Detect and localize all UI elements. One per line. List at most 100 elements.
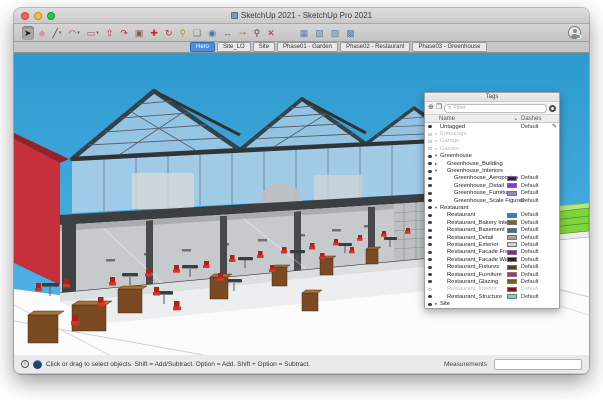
tag-row[interactable]: UntaggedDefault✎ xyxy=(425,123,559,130)
tag-dashes-value[interactable]: Default xyxy=(521,286,551,292)
tag-row[interactable]: Restaurant_GlazingDefault xyxy=(425,278,559,285)
tag-row[interactable]: Greenhouse_AeroponicsDefault xyxy=(425,175,559,182)
get-models-tool-icon[interactable]: ▦ xyxy=(298,26,311,40)
tag-filter-field[interactable]: ⌕ xyxy=(444,104,547,113)
measurements-input[interactable] xyxy=(494,359,582,370)
push-pull-tool-icon[interactable]: ⇧ xyxy=(104,26,116,40)
tag-row[interactable]: ▾Greenhouse_Interiors xyxy=(425,167,559,174)
visibility-eye-icon[interactable] xyxy=(425,192,435,195)
details-gear-icon[interactable] xyxy=(549,105,556,112)
tag-row[interactable]: Restaurant_FixturesDefault xyxy=(425,263,559,270)
offset-tool-icon[interactable]: ▣ xyxy=(133,26,146,40)
account-icon[interactable] xyxy=(568,26,581,39)
visibility-eye-icon[interactable] xyxy=(425,221,435,224)
tag-row[interactable]: Restaurant_InteriorDefault xyxy=(425,286,559,293)
tag-dashes-value[interactable]: Default xyxy=(521,220,551,226)
tag-row[interactable]: Restaurant_BasementDefault xyxy=(425,226,559,233)
text-callout-tool-icon[interactable]: ❏ xyxy=(191,26,203,40)
tag-dashes-value[interactable]: Default xyxy=(521,264,551,270)
visibility-eye-icon[interactable] xyxy=(425,155,435,158)
tag-row[interactable]: ▸Garage xyxy=(425,138,559,145)
scene-tab-site-lo[interactable]: Site_LO xyxy=(217,42,251,52)
tag-dashes-value[interactable]: Default xyxy=(521,235,551,241)
tag-color-swatch[interactable] xyxy=(507,213,517,218)
tag-color-swatch[interactable] xyxy=(507,235,517,240)
visibility-eye-icon[interactable] xyxy=(425,199,435,202)
tag-color-swatch[interactable] xyxy=(507,279,517,284)
visibility-eye-icon[interactable] xyxy=(425,170,435,173)
tag-row[interactable]: Restaurant_DetailDefault xyxy=(425,234,559,241)
pan-tool-icon[interactable]: ↔ xyxy=(221,26,234,40)
orbit-tool-icon[interactable]: ◉ xyxy=(206,26,218,40)
eraser-tool-icon[interactable]: ◆ xyxy=(37,26,48,40)
tape-measure-tool-icon[interactable]: ⚲ xyxy=(178,26,189,40)
visibility-eye-icon[interactable] xyxy=(425,295,435,298)
walk-tool-icon[interactable]: ➙ xyxy=(237,26,249,40)
tag-color-swatch[interactable] xyxy=(507,287,517,292)
tag-color-swatch[interactable] xyxy=(507,220,517,225)
tag-dashes-value[interactable]: Default xyxy=(521,257,551,263)
visibility-eye-icon[interactable] xyxy=(425,229,435,232)
arc-tool-icon[interactable]: ◠▾ xyxy=(66,26,81,40)
tag-color-swatch[interactable] xyxy=(507,242,517,247)
visibility-eye-icon[interactable] xyxy=(425,280,435,283)
column-header-name[interactable]: Name xyxy=(425,116,515,122)
tag-dashes-value[interactable]: Default xyxy=(521,190,551,196)
rotate-tool-icon[interactable]: ↻ xyxy=(163,26,175,40)
zoom-tool-icon[interactable]: ⚲ xyxy=(252,26,263,40)
visibility-eye-icon[interactable] xyxy=(425,177,435,180)
tag-dashes-value[interactable]: Default xyxy=(521,242,551,248)
tag-color-swatch[interactable] xyxy=(507,191,517,196)
tag-color-swatch[interactable] xyxy=(507,272,517,277)
add-tag-folder-icon[interactable]: ❐ xyxy=(436,103,442,113)
tag-color-swatch[interactable] xyxy=(507,183,517,188)
tag-row[interactable]: ▸Site xyxy=(425,300,559,307)
tag-row[interactable]: ▸Garden xyxy=(425,145,559,152)
visibility-eye-icon[interactable] xyxy=(425,288,435,291)
zoom-extents-tool-icon[interactable]: ✕ xyxy=(265,26,277,40)
tag-row[interactable]: Restaurant_StructureDefault xyxy=(425,293,559,300)
tag-color-swatch[interactable] xyxy=(507,257,517,262)
visibility-eye-icon[interactable] xyxy=(425,273,435,276)
tag-dashes-value[interactable]: Default xyxy=(521,198,551,204)
visibility-eye-icon[interactable] xyxy=(425,206,435,209)
move-tool-icon[interactable]: ✚ xyxy=(148,26,160,40)
tag-row[interactable]: Restaurant_Bakery InteriorDefault xyxy=(425,219,559,226)
scene-tab-phase02-restaurant[interactable]: Phase02 - Restaurant xyxy=(340,42,410,52)
tag-row[interactable]: RestaurantDefault xyxy=(425,212,559,219)
rectangle-tool-icon[interactable]: ▭▾ xyxy=(85,26,101,40)
follow-me-tool-icon[interactable]: ↷ xyxy=(118,26,130,40)
tag-row[interactable]: Restaurant_Facade WallDefault xyxy=(425,256,559,263)
tag-dashes-value[interactable]: Default xyxy=(521,279,551,285)
visibility-eye-icon[interactable] xyxy=(425,147,435,150)
tag-dashes-value[interactable]: Default xyxy=(521,227,551,233)
tag-row[interactable]: Restaurant_FurnitureDefault xyxy=(425,271,559,278)
scene-tab-site[interactable]: Site xyxy=(253,42,275,52)
column-header-dashes[interactable]: Dashes xyxy=(521,116,559,122)
tag-row[interactable]: Greenhouse_FurnitureDefault xyxy=(425,190,559,197)
visibility-eye-icon[interactable] xyxy=(425,258,435,261)
visibility-eye-icon[interactable] xyxy=(425,236,435,239)
visibility-eye-icon[interactable] xyxy=(425,184,435,187)
tag-dashes-value[interactable]: Default xyxy=(521,124,551,130)
visibility-eye-icon[interactable] xyxy=(425,214,435,217)
tag-dashes-value[interactable]: Default xyxy=(521,175,551,181)
line-tool-icon[interactable]: ╱▾ xyxy=(50,26,63,40)
tag-dashes-value[interactable]: Default xyxy=(521,212,551,218)
tag-color-swatch[interactable] xyxy=(507,176,517,181)
select-tool-icon[interactable]: ➤ xyxy=(22,26,34,40)
tag-dashes-value[interactable]: Default xyxy=(521,294,551,300)
visibility-eye-icon[interactable] xyxy=(425,125,435,128)
tag-color-swatch[interactable] xyxy=(507,265,517,270)
visibility-eye-icon[interactable] xyxy=(425,140,435,143)
tag-dashes-value[interactable]: Default xyxy=(521,183,551,189)
tag-row[interactable]: ▾Greenhouse xyxy=(425,153,559,160)
info-icon[interactable]: i xyxy=(21,360,29,368)
scene-tab-hero[interactable]: Hero xyxy=(190,42,215,52)
tag-filter-input[interactable] xyxy=(454,105,543,111)
tag-color-swatch[interactable] xyxy=(507,250,517,255)
visibility-eye-icon[interactable] xyxy=(425,303,435,306)
visibility-eye-icon[interactable] xyxy=(425,243,435,246)
tag-row[interactable]: Greenhouse_DetailDefault xyxy=(425,182,559,189)
geolocation-icon[interactable] xyxy=(33,360,42,369)
